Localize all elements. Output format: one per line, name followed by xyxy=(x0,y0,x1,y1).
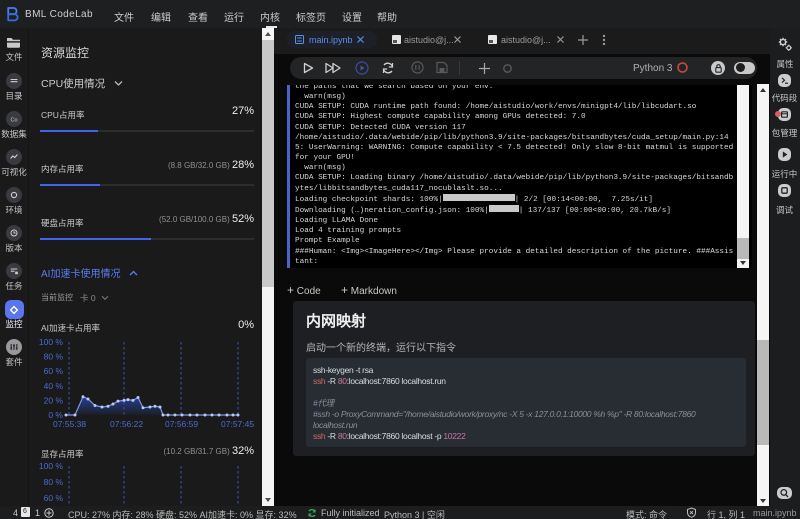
svg-text:20 %: 20 % xyxy=(44,395,64,405)
svg-text:Co: Co xyxy=(10,118,17,124)
svg-text:80 %: 80 % xyxy=(44,352,64,362)
svg-text:60 %: 60 % xyxy=(44,493,64,503)
svg-text:60 %: 60 % xyxy=(44,366,64,376)
svg-text:40 %: 40 % xyxy=(44,381,64,391)
svg-text:100 %: 100 % xyxy=(39,461,64,471)
svg-text:80 %: 80 % xyxy=(44,477,64,487)
svg-text:100 %: 100 % xyxy=(39,337,64,347)
